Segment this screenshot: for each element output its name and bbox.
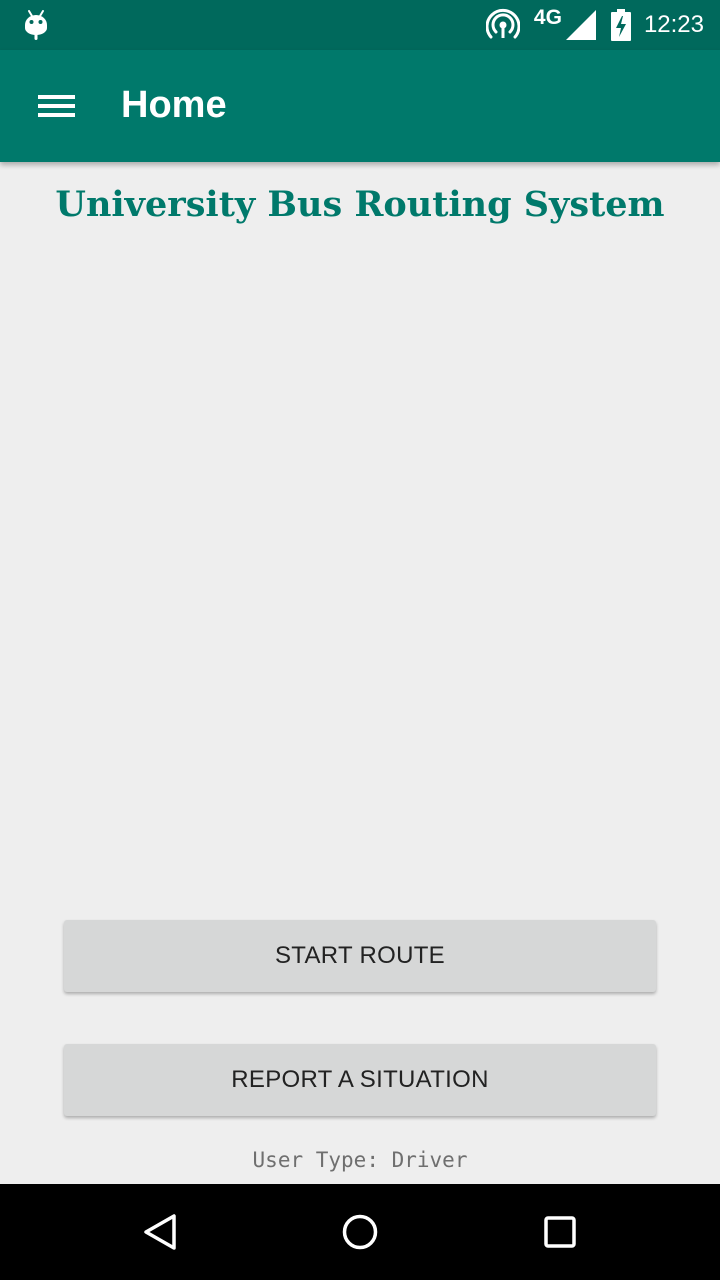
clock: 12:23 — [643, 11, 704, 38]
system-nav-bar — [0, 1184, 720, 1280]
signal-icon — [565, 10, 596, 40]
battery-charging-icon — [610, 9, 631, 41]
hotspot-icon — [485, 8, 520, 39]
network-type-label: 4G — [533, 6, 562, 29]
android-icon — [25, 10, 47, 40]
home-icon[interactable] — [336, 1208, 384, 1256]
app-bar: Home — [0, 50, 720, 162]
report-situation-button[interactable]: REPORT A SITUATION — [64, 1044, 656, 1116]
page-title: Home — [121, 84, 227, 126]
back-icon[interactable] — [136, 1208, 184, 1256]
hamburger-menu-icon[interactable] — [30, 88, 78, 124]
status-bar: 4G 12:23 — [0, 0, 720, 50]
recents-icon[interactable] — [536, 1208, 584, 1256]
user-type-label: User Type: Driver — [252, 1148, 468, 1172]
app-heading: University Bus Routing System — [55, 184, 665, 225]
start-route-button[interactable]: START ROUTE — [64, 920, 656, 992]
